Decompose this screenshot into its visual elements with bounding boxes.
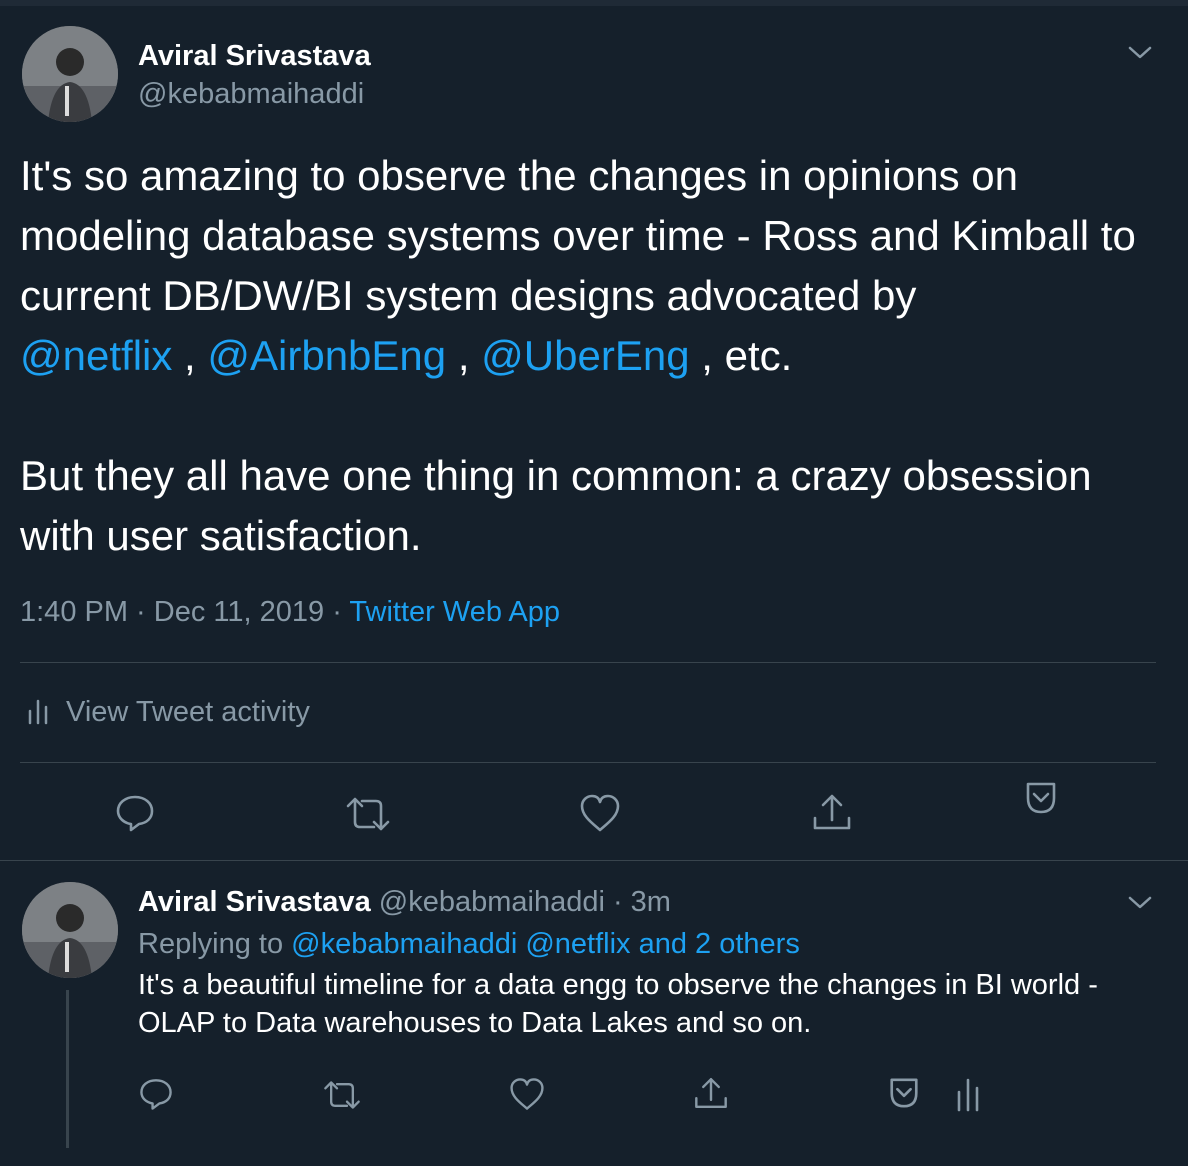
reply-icon[interactable] (114, 792, 156, 834)
reply-author-handle[interactable]: @kebabmaihaddi (379, 886, 605, 918)
tweet-text-part1: It's so amazing to observe the changes i… (20, 152, 1136, 319)
analytics-icon[interactable] (954, 1076, 984, 1114)
tweet-meta: 1:40 PM · Dec 11, 2019 · Twitter Web App (20, 594, 560, 630)
chevron-down-icon[interactable] (1126, 40, 1154, 64)
bookmark-icon[interactable] (886, 1076, 922, 1112)
tweet-source[interactable]: Twitter Web App (349, 596, 560, 628)
like-icon[interactable] (578, 792, 622, 834)
reply-icon[interactable] (138, 1076, 174, 1112)
divider (0, 860, 1188, 861)
analytics-icon (24, 697, 54, 727)
retweet-icon[interactable] (344, 794, 392, 834)
chevron-down-icon[interactable] (1126, 890, 1154, 914)
view-activity-link[interactable]: View Tweet activity (24, 694, 310, 730)
divider (20, 662, 1156, 663)
tweet-text: It's so amazing to observe the changes i… (20, 146, 1170, 566)
reply-text: It's a beautiful timeline for a data eng… (138, 969, 1106, 1039)
author-handle[interactable]: @kebabmaihaddi (138, 76, 364, 112)
reply-header: Aviral Srivastava @kebabmaihaddi · 3m (138, 884, 671, 920)
share-icon[interactable] (810, 790, 854, 834)
replying-prefix: Replying to (138, 928, 292, 960)
reply-age[interactable]: · 3m (605, 886, 671, 918)
separator: , (446, 332, 482, 379)
mention-netflix[interactable]: @netflix (20, 332, 172, 379)
retweet-icon[interactable] (322, 1078, 362, 1112)
view-activity-label: View Tweet activity (66, 696, 310, 728)
share-icon[interactable] (692, 1074, 730, 1112)
author-name[interactable]: Aviral Srivastava (138, 38, 371, 74)
replying-to-users[interactable]: @kebabmaihaddi @netflix and 2 others (291, 928, 800, 960)
replying-to: Replying to @kebabmaihaddi @netflix and … (138, 926, 800, 962)
avatar[interactable] (22, 26, 118, 122)
reply-author-name[interactable]: Aviral Srivastava (138, 886, 371, 918)
separator: , (172, 332, 208, 379)
divider (20, 762, 1156, 763)
top-border (0, 0, 1188, 6)
reply-avatar[interactable] (22, 882, 118, 978)
mention-ubereng[interactable]: @UberEng (481, 332, 689, 379)
bookmark-icon[interactable] (1022, 780, 1060, 816)
like-icon[interactable] (508, 1076, 546, 1112)
mention-airbnbeng[interactable]: @AirbnbEng (207, 332, 446, 379)
thread-line (66, 990, 69, 1148)
tweet-timestamp[interactable]: 1:40 PM · Dec 11, 2019 · (20, 596, 349, 628)
